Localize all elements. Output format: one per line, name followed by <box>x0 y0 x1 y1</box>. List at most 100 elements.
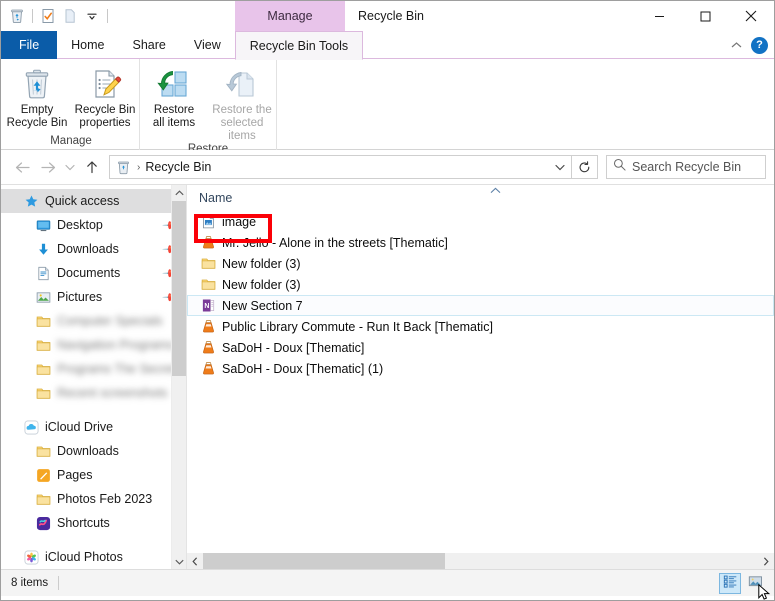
empty-recycle-bin-label-line1: Empty <box>20 104 54 116</box>
sidebar-item-label: Programs The Secret <box>57 362 176 376</box>
sidebar-item-redacted-2[interactable]: Navigation Programs <box>1 333 186 357</box>
table-row[interactable]: New folder (3) <box>187 274 774 295</box>
checklist-icon[interactable] <box>37 5 59 27</box>
navigation-pane-scrollbar[interactable] <box>171 185 186 569</box>
recycle-bin-properties-button[interactable]: Recycle Bin properties <box>71 64 139 130</box>
sidebar-item-redacted-1[interactable]: Computer Specials <box>1 309 186 333</box>
tab-recycle-bin-tools-label: Recycle Bin Tools <box>249 38 349 53</box>
scroll-thumb[interactable] <box>203 553 445 569</box>
minimize-button[interactable] <box>636 1 682 31</box>
sidebar-item-label: Computer Specials <box>57 314 163 328</box>
breadcrumb-dropdown-button[interactable] <box>549 156 571 178</box>
document-icon[interactable] <box>59 5 81 27</box>
scroll-thumb[interactable] <box>172 201 186 376</box>
table-row[interactable]: New folder (3) <box>187 253 774 274</box>
breadcrumb[interactable]: › Recycle Bin <box>109 155 572 179</box>
file-list-pane: Name image Mr. Jello - Alone in the stre… <box>186 185 774 569</box>
table-row[interactable]: image <box>187 211 774 232</box>
downloads-icon <box>35 241 51 257</box>
tab-share[interactable]: Share <box>119 31 180 59</box>
tab-view[interactable]: View <box>180 31 235 59</box>
back-button[interactable] <box>9 154 35 180</box>
details-view-icon <box>723 574 738 594</box>
large-icons-view-button[interactable] <box>744 573 766 594</box>
folder-icon <box>200 277 216 293</box>
empty-recycle-bin-button[interactable]: Empty Recycle Bin <box>3 64 71 130</box>
pages-icon <box>35 467 51 483</box>
sidebar-item-redacted-4[interactable]: Recent screenshots <box>1 381 186 405</box>
item-count: 8 items <box>11 577 49 589</box>
toolbar-separator <box>32 9 33 23</box>
breadcrumb-current[interactable]: Recycle Bin <box>145 160 211 174</box>
restore-all-items-label-line1: Restore <box>153 104 195 116</box>
sidebar-item-photos-feb-2023[interactable]: Photos Feb 2023 <box>1 487 186 511</box>
tab-file[interactable]: File <box>1 31 58 59</box>
sidebar-item-icloud-drive[interactable]: iCloud Drive <box>1 415 186 439</box>
table-row[interactable]: Mr. Jello - Alone in the streets [Themat… <box>187 232 774 253</box>
restore-selected-items-label-line2: selected items <box>220 117 264 142</box>
refresh-button[interactable] <box>572 155 598 179</box>
sidebar-item-icloud-downloads[interactable]: Downloads <box>1 439 186 463</box>
restore-all-items-label: Restore all items <box>153 104 195 130</box>
sidebar-item-documents[interactable]: Documents 📌 <box>1 261 186 285</box>
chevron-down-icon[interactable] <box>81 5 103 27</box>
collapse-ribbon-button[interactable] <box>727 35 745 55</box>
restore-all-items-label-line2: all items <box>152 117 196 129</box>
window-controls <box>636 1 774 31</box>
sidebar-item-label: Downloads <box>57 242 119 256</box>
file-name: New folder (3) <box>222 277 301 292</box>
icloud-photos-icon <box>23 549 39 565</box>
sidebar-item-label: Downloads <box>57 444 119 458</box>
tab-recycle-bin-tools[interactable]: Recycle Bin Tools <box>234 31 364 60</box>
sidebar-item-icloud-photos[interactable]: iCloud Photos <box>1 545 186 569</box>
scroll-track[interactable] <box>203 553 758 569</box>
table-row[interactable]: Public Library Commute - Run It Back [Th… <box>187 316 774 337</box>
forward-button[interactable] <box>35 154 61 180</box>
contextual-tab-header: Manage <box>235 1 345 31</box>
large-icons-view-icon <box>748 574 763 594</box>
sidebar-item-pictures[interactable]: Pictures 📌 <box>1 285 186 309</box>
vlc-media-icon <box>200 319 216 335</box>
maximize-button[interactable] <box>682 1 728 31</box>
restore-selected-items-label-line1: Restore the <box>212 104 272 116</box>
table-row[interactable]: SaDoH - Doux [Thematic] (1) <box>187 358 774 379</box>
title-bar: Manage Recycle Bin <box>1 1 774 31</box>
sidebar-item-redacted-3[interactable]: Programs The Secret <box>1 357 186 381</box>
search-input[interactable]: Search Recycle Bin <box>606 155 766 179</box>
restore-all-items-button[interactable]: Restore all items <box>140 64 208 130</box>
close-button[interactable] <box>728 1 774 31</box>
recent-locations-button[interactable] <box>61 154 79 180</box>
sidebar-item-downloads[interactable]: Downloads 📌 <box>1 237 186 261</box>
scroll-up-button[interactable] <box>172 185 186 201</box>
help-button[interactable]: ? <box>751 36 768 54</box>
details-view-button[interactable] <box>719 573 741 594</box>
tab-home[interactable]: Home <box>57 31 118 59</box>
table-row[interactable]: N New Section 7 <box>187 295 774 316</box>
scroll-left-button[interactable] <box>187 553 203 569</box>
up-button[interactable] <box>79 154 105 180</box>
pictures-icon <box>35 289 51 305</box>
status-separator <box>58 576 60 590</box>
tab-home-label: Home <box>71 38 105 52</box>
ribbon-tab-strip: File Home Share View Recycle Bin Tools ? <box>1 31 774 60</box>
scroll-down-button[interactable] <box>172 554 186 569</box>
sidebar-item-pages[interactable]: Pages <box>1 463 186 487</box>
nav-section-gap-2 <box>1 535 186 545</box>
sidebar-item-shortcuts[interactable]: Shortcuts <box>1 511 186 535</box>
vlc-media-icon <box>200 340 216 356</box>
vlc-media-icon <box>200 361 216 377</box>
scroll-right-button[interactable] <box>758 553 774 569</box>
recycle-bin-icon[interactable] <box>6 5 28 27</box>
file-name: New folder (3) <box>222 256 301 271</box>
table-row[interactable]: SaDoH - Doux [Thematic] <box>187 337 774 358</box>
restore-selected-items-button[interactable]: Restore the selected items <box>208 64 276 143</box>
sidebar-item-label: Documents <box>57 266 121 280</box>
ribbon-group-restore: Restore all items Restore the selected i… <box>140 59 277 155</box>
sidebar-item-desktop[interactable]: Desktop 📌 <box>1 213 186 237</box>
content-area: Quick access Desktop 📌 Downloads 📌 <box>1 184 774 569</box>
file-explorer-window: Manage Recycle Bin File Home Share View … <box>0 0 775 601</box>
sidebar-item-quick-access[interactable]: Quick access <box>1 189 186 213</box>
view-mode-buttons <box>719 573 766 594</box>
file-list-horizontal-scrollbar[interactable] <box>187 553 774 569</box>
column-header-name[interactable]: Name <box>187 185 774 211</box>
